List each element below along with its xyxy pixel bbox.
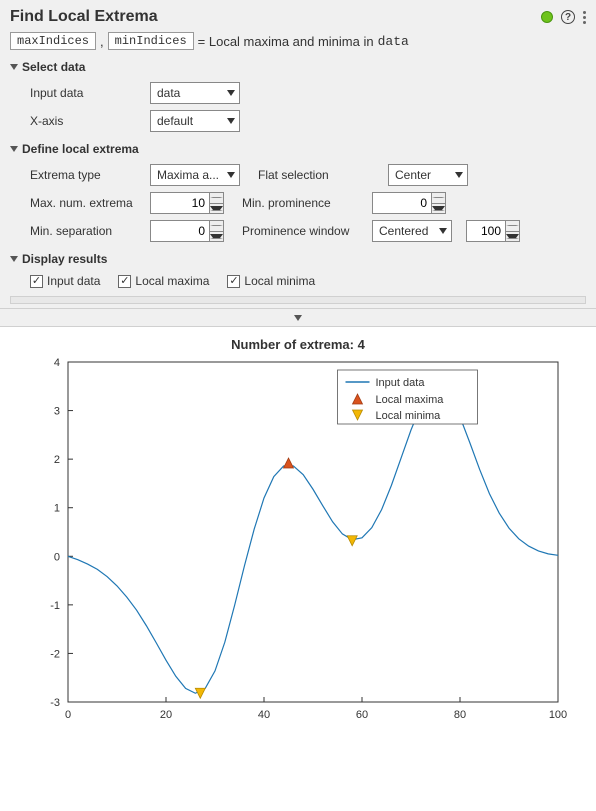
spinner-prominence-window[interactable] (466, 220, 520, 242)
input-prominence-window[interactable] (466, 220, 506, 242)
svg-text:80: 80 (454, 709, 466, 721)
output-description: maxIndices, minIndices = Local maxima an… (10, 32, 586, 50)
section-toggle-define-extrema[interactable]: Define local extrema (10, 142, 586, 156)
chevron-down-icon (439, 228, 447, 234)
section-toggle-display-results[interactable]: Display results (10, 252, 586, 266)
help-icon[interactable]: ? (561, 10, 575, 24)
chevron-down-icon (227, 118, 235, 124)
extrema-chart: -3-2-101234020406080100Input dataLocal m… (18, 352, 578, 732)
chart-title: Number of extrema: 4 (8, 337, 588, 352)
spinner-down-icon[interactable] (506, 232, 519, 242)
chevron-down-icon (227, 90, 235, 96)
label-min-prominence: Min. prominence (242, 196, 372, 210)
svg-text:4: 4 (54, 357, 60, 369)
label-max-num-extrema: Max. num. extrema (30, 196, 150, 210)
section-toggle-select-data[interactable]: Select data (10, 60, 586, 74)
svg-text:Input data: Input data (376, 377, 426, 389)
label-xaxis: X-axis (30, 114, 150, 128)
select-extrema-type[interactable]: Maxima a... (150, 164, 240, 186)
page-title: Find Local Extrema (10, 8, 158, 26)
svg-text:-3: -3 (50, 697, 60, 709)
select-input-data[interactable]: data (150, 82, 240, 104)
caret-down-icon (10, 146, 18, 152)
svg-text:100: 100 (549, 709, 567, 721)
chevron-down-icon (227, 172, 235, 178)
output-var-maxindices: maxIndices (10, 32, 96, 50)
svg-text:40: 40 (258, 709, 270, 721)
svg-text:0: 0 (54, 551, 60, 563)
caret-down-icon (10, 64, 18, 70)
svg-text:60: 60 (356, 709, 368, 721)
svg-text:Local minima: Local minima (376, 410, 442, 422)
svg-text:Local maxima: Local maxima (376, 394, 445, 406)
spinner-down-icon[interactable] (432, 204, 445, 214)
spinner-down-icon[interactable] (210, 204, 223, 214)
select-xaxis[interactable]: default (150, 110, 240, 132)
kebab-menu-icon[interactable] (583, 11, 586, 24)
label-min-separation: Min. separation (30, 224, 150, 238)
status-indicator-icon (541, 11, 553, 23)
checkbox-local-maxima[interactable]: ✓ Local maxima (118, 274, 209, 288)
input-max-num-extrema[interactable] (150, 192, 210, 214)
caret-down-icon (294, 315, 302, 321)
svg-text:0: 0 (65, 709, 71, 721)
spinner-up-icon[interactable] (210, 193, 223, 204)
spinner-up-icon[interactable] (210, 221, 223, 232)
select-prominence-window[interactable]: Centered (372, 220, 452, 242)
output-var-minindices: minIndices (108, 32, 194, 50)
svg-text:-2: -2 (50, 648, 60, 660)
spinner-up-icon[interactable] (506, 221, 519, 232)
label-flat-selection: Flat selection (258, 168, 388, 182)
label-prominence-window: Prominence window (242, 224, 372, 238)
select-flat-selection[interactable]: Center (388, 164, 468, 186)
checkbox-input-data[interactable]: ✓ Input data (30, 274, 100, 288)
svg-text:1: 1 (54, 503, 60, 515)
chevron-down-icon (455, 172, 463, 178)
svg-text:-1: -1 (50, 600, 60, 612)
checkbox-local-minima[interactable]: ✓ Local minima (227, 274, 315, 288)
input-min-prominence[interactable] (372, 192, 432, 214)
label-extrema-type: Extrema type (30, 168, 150, 182)
svg-text:20: 20 (160, 709, 172, 721)
label-input-data: Input data (30, 86, 150, 100)
panel-collapse-toggle[interactable] (0, 309, 596, 327)
spinner-min-separation[interactable] (150, 220, 224, 242)
svg-text:3: 3 (54, 406, 60, 418)
caret-down-icon (10, 256, 18, 262)
spinner-max-num-extrema[interactable] (150, 192, 224, 214)
spinner-down-icon[interactable] (210, 232, 223, 242)
spinner-up-icon[interactable] (432, 193, 445, 204)
svg-text:2: 2 (54, 454, 60, 466)
input-min-separation[interactable] (150, 220, 210, 242)
horizontal-scrollbar[interactable] (10, 296, 586, 304)
spinner-min-prominence[interactable] (372, 192, 446, 214)
